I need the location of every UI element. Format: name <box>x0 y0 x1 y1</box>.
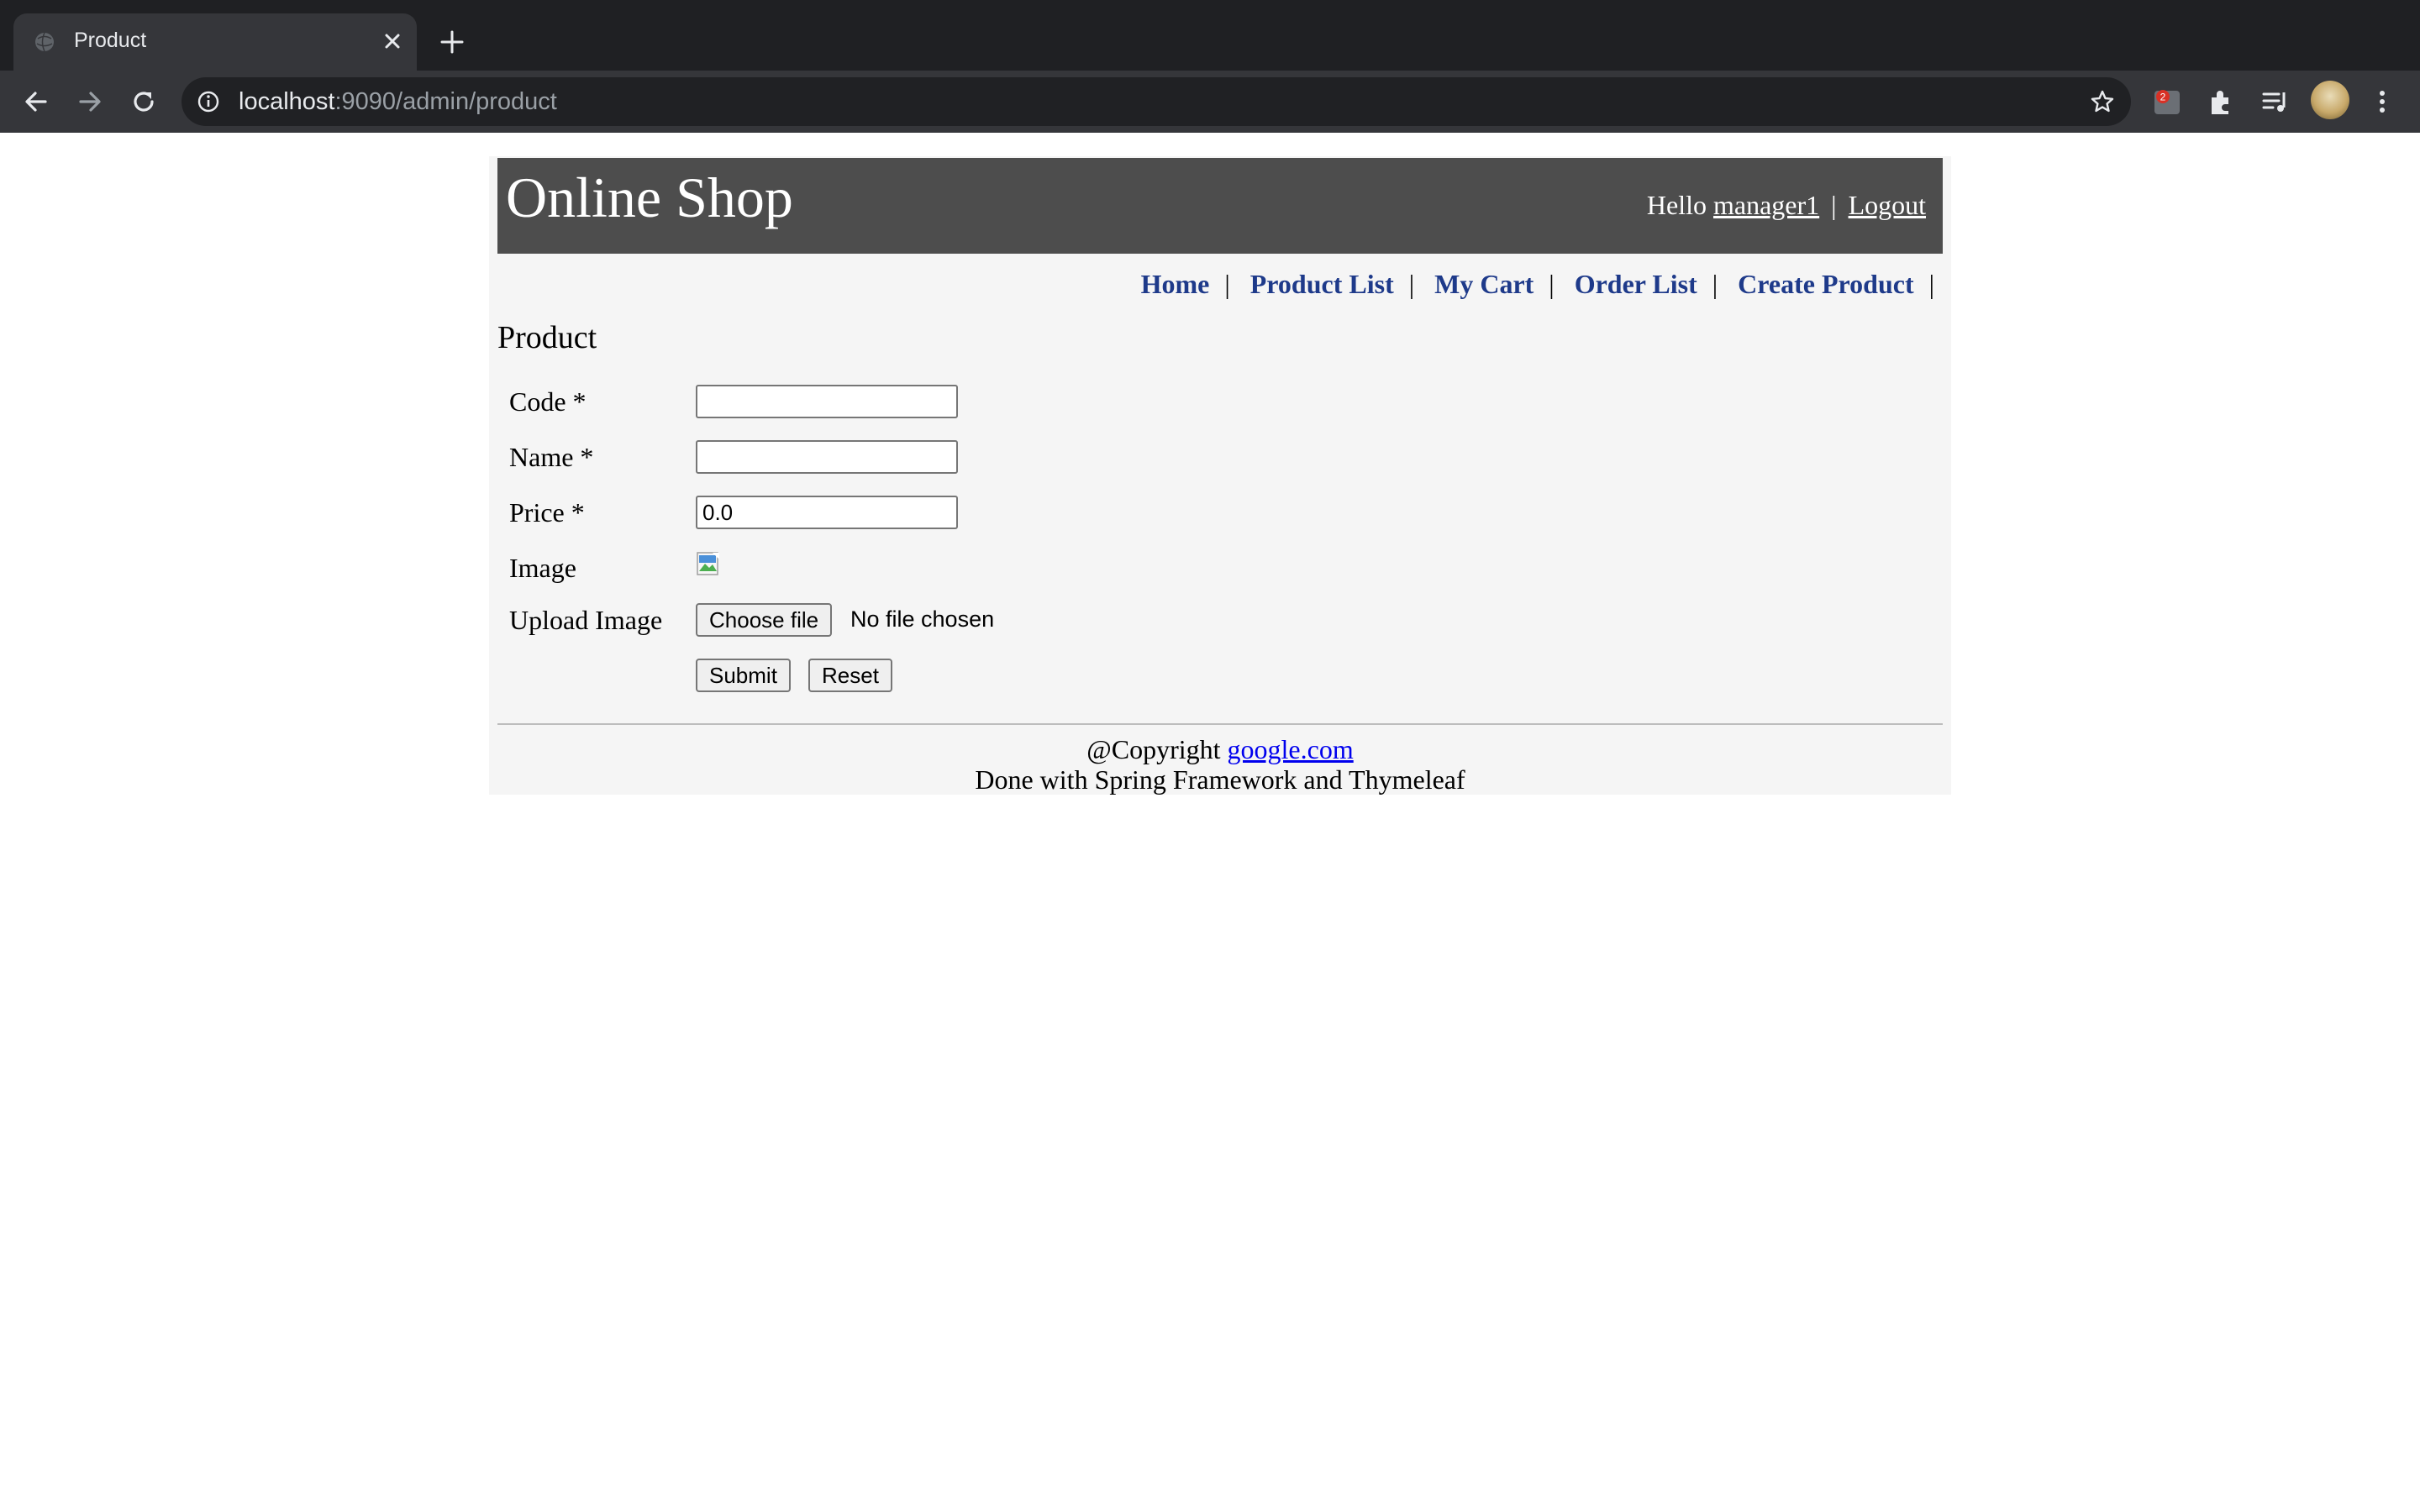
name-input[interactable] <box>696 440 958 474</box>
browser-tabstrip: Product <box>0 0 2420 71</box>
copyright-prefix: @Copyright <box>1086 734 1221 764</box>
page-container: Online Shop Hello manager1 | Logout Home | P… <box>489 156 1951 795</box>
username-link[interactable]: manager1 <box>1713 190 1819 220</box>
extensions-puzzle-icon[interactable] <box>2205 86 2237 118</box>
broken-image-icon <box>697 552 719 575</box>
choose-file-button[interactable]: Choose file <box>696 603 833 637</box>
menu-item-order-list[interactable]: Order List <box>1575 269 1697 299</box>
menu-separator: | <box>1408 269 1415 299</box>
site-title: Online Shop <box>506 165 793 229</box>
name-label: Name * <box>509 442 594 472</box>
copyright-link[interactable]: google.com <box>1228 734 1354 764</box>
back-arrow-icon[interactable] <box>20 86 52 118</box>
actions-row: Submit Reset <box>509 659 1265 696</box>
tab-title: Product <box>74 29 147 52</box>
logout-link[interactable]: Logout <box>1849 190 1926 220</box>
file-status-text: No file chosen <box>850 606 995 632</box>
browser-toolbar: localhost:9090/admin/product 2 <box>0 71 2420 133</box>
menu-separator: | <box>1712 269 1718 299</box>
menu-separator: | <box>1549 269 1555 299</box>
menu-separator: | <box>1928 269 1934 299</box>
menu-kebab-icon[interactable] <box>2366 86 2398 118</box>
address-bar[interactable]: localhost:9090/admin/product <box>182 77 2131 126</box>
user-greeting: Hello manager1 | Logout <box>1647 190 1926 221</box>
footer-divider <box>497 723 1943 725</box>
code-row: Code * <box>509 385 1265 422</box>
menu-item-home[interactable]: Home <box>1141 269 1210 299</box>
submit-button[interactable]: Submit <box>696 659 791 692</box>
footer-credit: Done with Spring Framework and Thymeleaf <box>975 764 1465 795</box>
reset-button[interactable]: Reset <box>808 659 892 692</box>
browser-tab[interactable]: Product <box>13 13 417 71</box>
new-tab-icon[interactable] <box>437 27 467 57</box>
site-header: Online Shop Hello manager1 | Logout <box>497 158 1943 254</box>
page-title: Product <box>497 320 597 355</box>
url-path: :9090/admin/product <box>334 88 557 115</box>
price-input[interactable] <box>696 496 958 529</box>
upload-row: Upload Image Choose file No file chosen <box>509 603 1265 640</box>
code-input[interactable] <box>696 385 958 418</box>
profile-avatar[interactable] <box>2311 81 2349 119</box>
code-label: Code * <box>509 386 587 417</box>
site-info-icon[interactable] <box>197 90 220 113</box>
price-row: Price * <box>509 496 1265 533</box>
menu-item-my-cart[interactable]: My Cart <box>1434 269 1534 299</box>
main-menu: Home | Product List | My Cart | Order List | Cre… <box>1141 269 1934 300</box>
upload-label: Upload Image <box>509 605 663 635</box>
reload-icon[interactable] <box>128 86 160 118</box>
svg-text:2: 2 <box>2160 92 2166 103</box>
forward-arrow-icon[interactable] <box>74 86 106 118</box>
image-row: Image <box>509 551 1265 588</box>
footer-copyright: @Copyright google.com <box>489 734 1951 765</box>
bookmark-star-icon[interactable] <box>2089 88 2116 115</box>
close-icon[interactable] <box>380 29 405 54</box>
url-host: localhost <box>239 88 335 115</box>
globe-icon <box>35 32 54 52</box>
extension-badge-icon[interactable]: 2 <box>2151 86 2183 118</box>
image-label: Image <box>509 553 576 583</box>
media-queue-icon[interactable] <box>2259 86 2291 118</box>
greeting-separator: | <box>1831 190 1837 220</box>
menu-separator: | <box>1224 269 1230 299</box>
url-text: localhost:9090/admin/product <box>239 88 557 116</box>
menu-item-create-product[interactable]: Create Product <box>1738 269 1913 299</box>
price-label: Price * <box>509 497 585 528</box>
greeting-prefix: Hello <box>1646 190 1707 220</box>
menu-item-product-list[interactable]: Product List <box>1250 269 1394 299</box>
name-row: Name * <box>509 440 1265 477</box>
